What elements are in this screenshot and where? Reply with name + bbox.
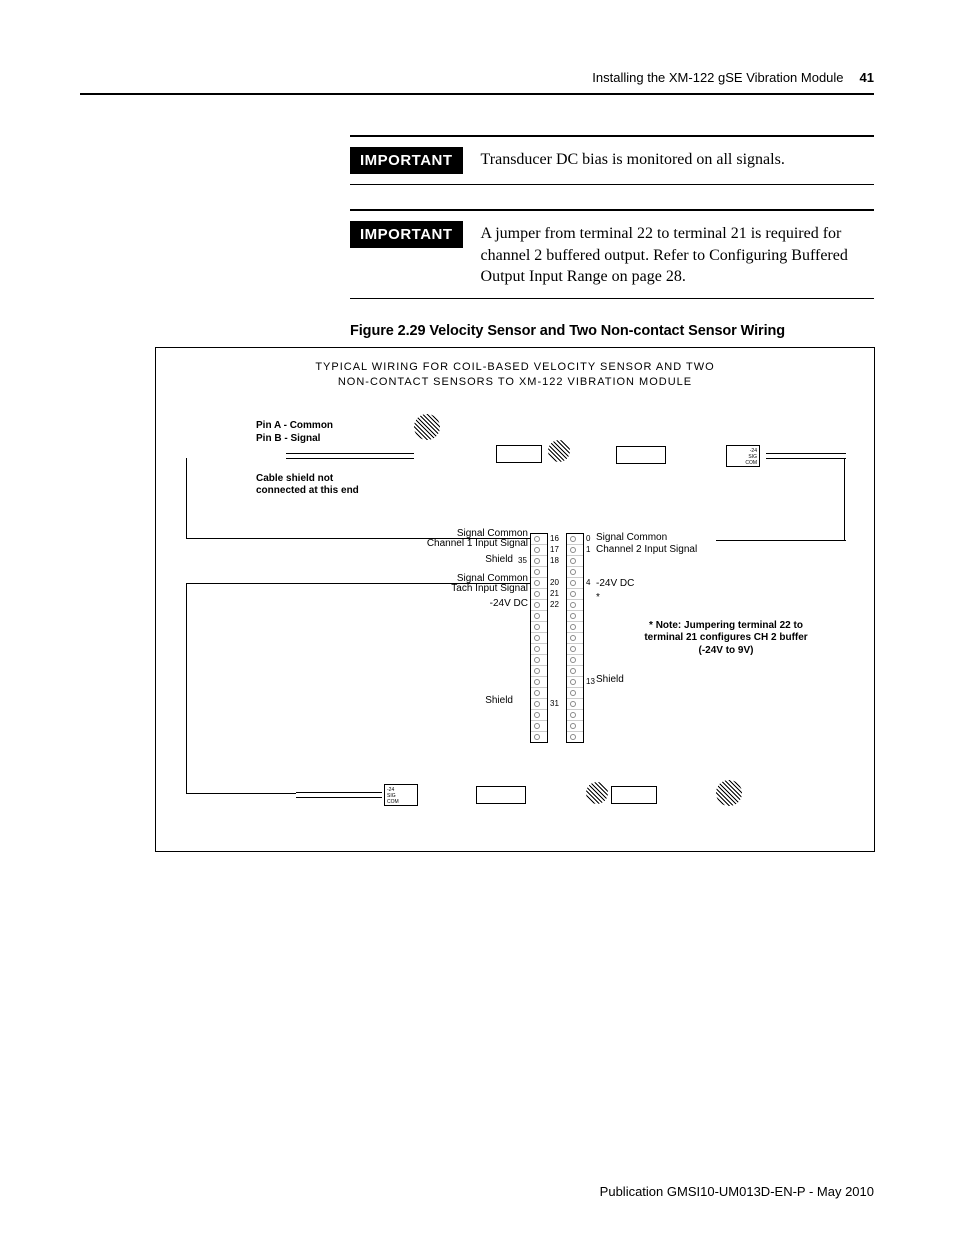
shield-left-2: Shield: [458, 695, 513, 707]
wire-to-16: [186, 538, 530, 539]
cable-amp-top: [766, 453, 846, 459]
shield-right: Shield: [596, 674, 624, 686]
important-callout-2: IMPORTANT A jumper from terminal 22 to t…: [350, 209, 874, 299]
sensor-bottom-icon: [716, 780, 742, 806]
wire-to-20: [186, 583, 530, 584]
cable-velocity: [286, 453, 414, 459]
term-0: 0: [586, 534, 590, 543]
important-text-1: Transducer DC bias is monitored on all s…: [481, 147, 874, 171]
diagram-title: TYPICAL WIRING FOR COIL-BASED VELOCITY S…: [156, 360, 874, 390]
term-31: 31: [550, 699, 559, 708]
velocity-sensor-icon: [414, 414, 440, 440]
term-16: 16: [550, 534, 559, 543]
probe-tip-1: [548, 440, 570, 462]
neg24-right: -24V DC: [596, 578, 634, 590]
neg24-left: -24V DC: [448, 598, 528, 610]
wire-left-down-1: [186, 458, 286, 538]
term-21: 21: [550, 589, 559, 598]
amp-box-top: -24 SIG COM: [726, 445, 760, 467]
tach-input-label: Tach Input Signal: [423, 583, 528, 595]
term-4: 4: [586, 578, 590, 587]
figure-title: Figure 2.29 Velocity Sensor and Two Non-…: [350, 323, 874, 339]
term-35: 35: [518, 556, 527, 565]
running-header: Installing the XM-122 gSE Vibration Modu…: [80, 70, 874, 95]
jumper-note: * Note: Jumpering terminal 22 to termina…: [631, 620, 821, 658]
wire-to-0: [716, 540, 846, 541]
probe-bottom: [611, 786, 657, 804]
sig-common-right: Signal Common: [596, 532, 667, 544]
amp-box-bottom: -24 SIG COM: [384, 784, 418, 806]
wire-right-down-1: [844, 458, 845, 540]
star-label: *: [596, 592, 600, 604]
important-badge: IMPORTANT: [350, 221, 463, 248]
gland-top: [616, 446, 666, 464]
term-17: 17: [550, 545, 559, 554]
page-number: 41: [860, 70, 874, 85]
term-1: 1: [586, 545, 590, 554]
terminal-block-right: [566, 533, 584, 743]
important-badge: IMPORTANT: [350, 147, 463, 174]
wiring-diagram: TYPICAL WIRING FOR COIL-BASED VELOCITY S…: [155, 347, 875, 852]
term-22: 22: [550, 600, 559, 609]
wire-left-down-2: [186, 583, 187, 793]
term-20: 20: [550, 578, 559, 587]
shield-left-1: Shield: [458, 554, 513, 566]
wire-to-amp-bottom: [186, 793, 296, 794]
term-18: 18: [550, 556, 559, 565]
probe-tip-2: [586, 782, 608, 804]
cable-amp-bottom: [296, 792, 382, 798]
chapter-title: Installing the XM-122 gSE Vibration Modu…: [592, 70, 843, 85]
ch1-input-label: Channel 1 Input Signal: [408, 538, 528, 550]
probe-top-1: [496, 445, 542, 463]
term-13: 13: [586, 677, 595, 686]
terminal-block-left: [530, 533, 548, 743]
important-callout-1: IMPORTANT Transducer DC bias is monitore…: [350, 135, 874, 185]
pin-b-label: Pin B - Signal: [256, 433, 320, 445]
important-text-2: A jumper from terminal 22 to terminal 21…: [481, 221, 874, 288]
publication-footer: Publication GMSI10-UM013D-EN-P - May 201…: [600, 1184, 874, 1199]
gland-bottom: [476, 786, 526, 804]
ch2-input-label: Channel 2 Input Signal: [596, 544, 697, 556]
pin-a-label: Pin A - Common: [256, 420, 333, 432]
